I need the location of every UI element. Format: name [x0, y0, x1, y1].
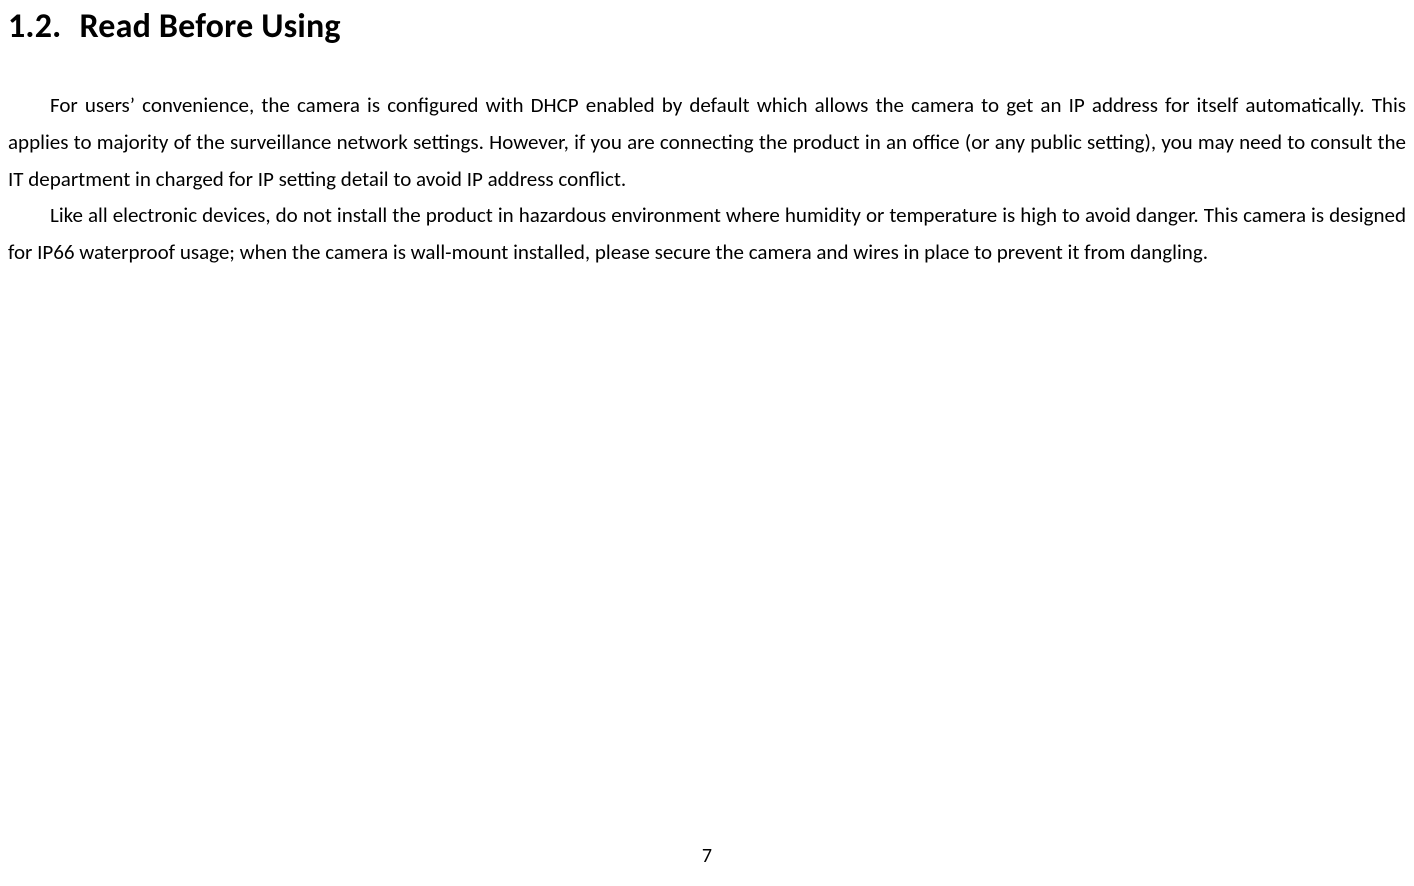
paragraph-1: For users’ convenience, the camera is co… [8, 87, 1406, 197]
body-text: For users’ convenience, the camera is co… [8, 87, 1406, 271]
page-number: 7 [0, 844, 1414, 868]
section-number: 1.2. [8, 6, 61, 47]
paragraph-2: Like all electronic devices, do not inst… [8, 197, 1406, 271]
section-title: Read Before Using [79, 6, 340, 47]
section-heading: 1.2. Read Before Using [8, 6, 1406, 47]
